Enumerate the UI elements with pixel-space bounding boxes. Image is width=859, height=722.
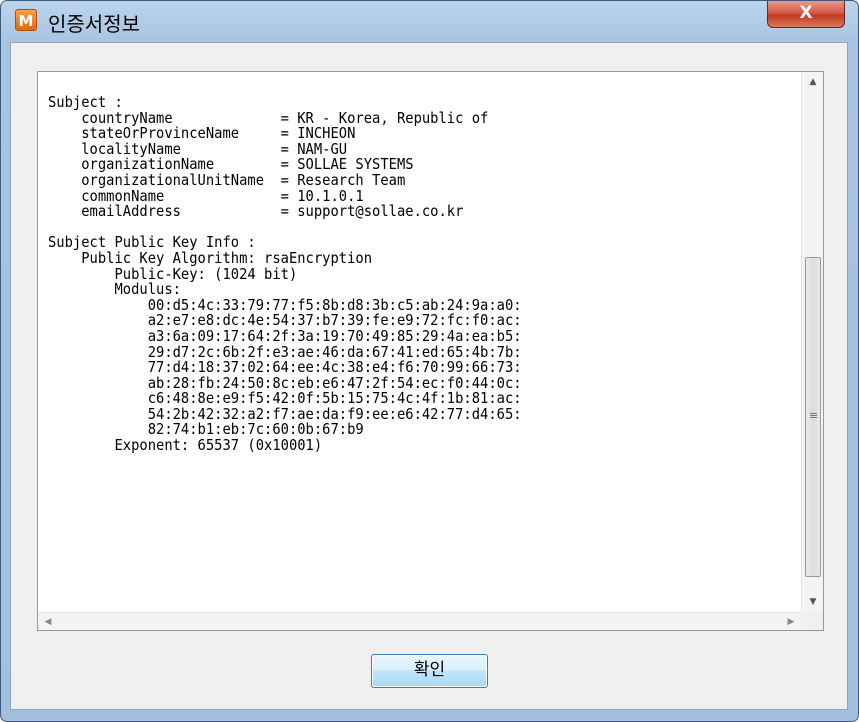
scroll-left-icon[interactable]: ◀ bbox=[38, 613, 58, 630]
scroll-right-icon[interactable]: ▶ bbox=[781, 613, 801, 630]
certificate-text: Subject : countryName = KR - Korea, Repu… bbox=[48, 93, 522, 455]
title-bar[interactable]: M 인증서정보 X bbox=[1, 1, 858, 41]
window-title: 인증서정보 bbox=[48, 12, 140, 36]
dialog-body: Subject : countryName = KR - Korea, Repu… bbox=[10, 42, 848, 710]
close-button[interactable]: X bbox=[767, 1, 845, 28]
horizontal-scrollbar[interactable]: ◀ ▶ bbox=[38, 612, 801, 630]
vertical-scroll-thumb[interactable]: ≡ bbox=[805, 257, 821, 577]
certificate-info-dialog: M 인증서정보 X Subject : countryName = KR - K… bbox=[0, 0, 859, 722]
scroll-grip-icon: ≡ bbox=[809, 409, 819, 422]
certificate-text-area[interactable]: Subject : countryName = KR - Korea, Repu… bbox=[37, 71, 824, 631]
scroll-up-icon[interactable]: ▲ bbox=[802, 72, 823, 92]
ok-button[interactable]: 확인 bbox=[371, 654, 488, 688]
vertical-scrollbar[interactable]: ▲ ≡ ▼ bbox=[801, 72, 823, 612]
scroll-down-icon[interactable]: ▼ bbox=[802, 592, 823, 612]
scrollbar-corner bbox=[801, 612, 823, 630]
app-icon: M bbox=[15, 9, 37, 31]
